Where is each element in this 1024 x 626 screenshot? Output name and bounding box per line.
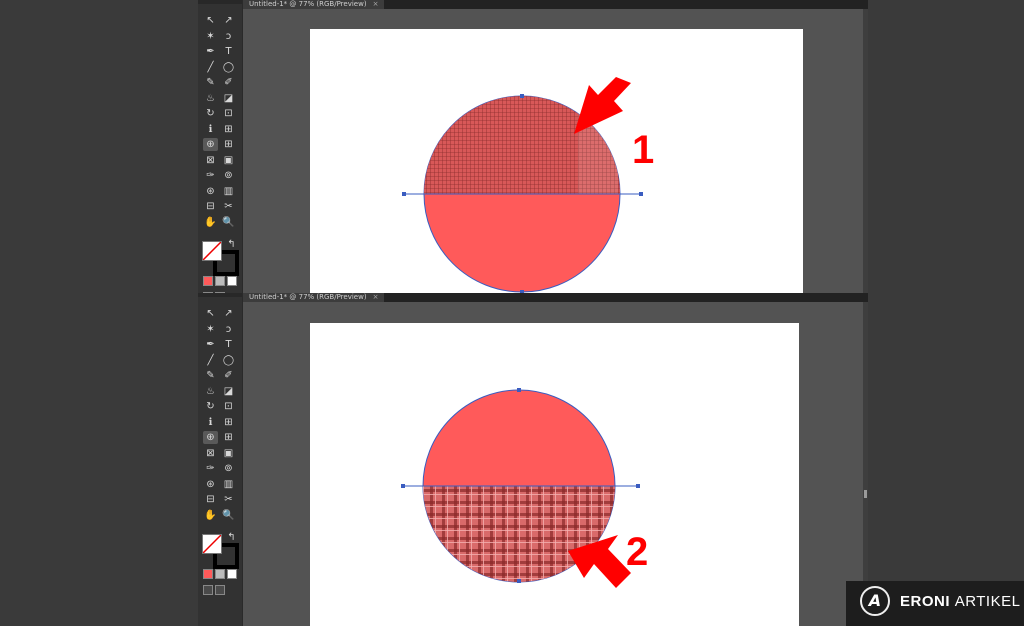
anchor-point[interactable]: [636, 484, 640, 488]
logo-mark-icon: A: [860, 586, 890, 616]
anchor-point[interactable]: [517, 388, 521, 392]
vertical-scrollbar[interactable]: [863, 9, 868, 293]
anchor-point[interactable]: [520, 94, 524, 98]
anchor-point[interactable]: [401, 484, 405, 488]
illustrator-window-top: ↖ ↗ ✶ ↄ ✒ T ╱ ◯ ✎ ✐ ♨ ◪ ↻ ⊡ ℹ ⊞ ⊕ ⊞ ⊠ ▣ ✑ ⊚ ⊛ ▥ ⊟ ✂ ✋ 🔍 ↰ Untitled-1…: [198, 0, 868, 293]
logo-text-bold: ERONI: [900, 593, 951, 610]
vertical-scrollbar[interactable]: [863, 302, 868, 626]
anchor-point[interactable]: [517, 579, 521, 583]
canvas-artwork[interactable]: 2: [198, 293, 868, 626]
logo-text-light: ARTIKEL: [954, 593, 1021, 610]
logo-text: ERONI ARTIKEL: [900, 593, 1020, 610]
illustrator-window-bottom: ↖ ↗ ✶ ↄ ✒ T ╱ ◯ ✎ ✐ ♨ ◪ ↻ ⊡ ℹ ⊞ ⊕ ⊞ ⊠ ▣ ✑ ⊚ ⊛ ▥ ⊟ ✂ ✋ 🔍 ↰ Untitled-1…: [198, 293, 868, 626]
canvas-artwork[interactable]: 1: [198, 0, 868, 293]
callout-number: 2: [626, 530, 648, 574]
scrollbar-thumb[interactable]: [864, 490, 867, 498]
anchor-point[interactable]: [639, 192, 643, 196]
eroni-artikel-logo: A ERONI ARTIKEL: [846, 581, 1024, 626]
callout-number: 1: [632, 128, 654, 172]
anchor-point[interactable]: [402, 192, 406, 196]
